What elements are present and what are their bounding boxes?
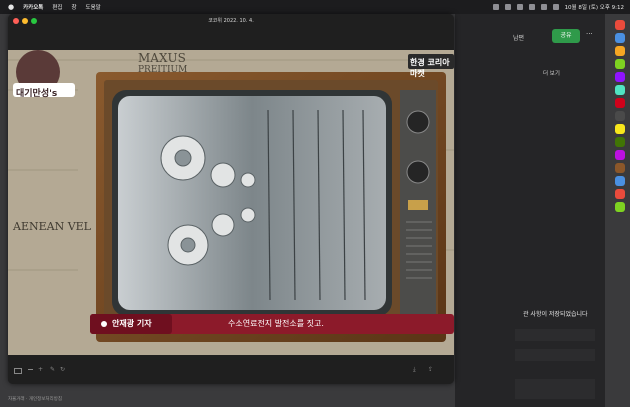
partial-label: 남편 bbox=[513, 35, 525, 42]
menu-help[interactable]: 도움말 bbox=[86, 3, 101, 11]
rotate-icon[interactable]: ↻ bbox=[60, 366, 65, 373]
status-text: 자율거래 · 개인정보처리방침 bbox=[8, 397, 62, 402]
channel-logo-left: 대기만성's bbox=[16, 89, 58, 99]
background-app-window: 남편 공유 ··· 더 보기 관 사항이 저장되었습니다 bbox=[455, 14, 605, 407]
svg-text:AENEAN VEL: AENEAN VEL bbox=[12, 220, 92, 233]
video-frame[interactable]: MAXUS PREITIUM AENEAN VEL VENEN bbox=[8, 50, 454, 355]
menu-window[interactable]: 창 bbox=[71, 3, 76, 11]
status-icon[interactable] bbox=[504, 4, 511, 10]
share-button[interactable]: 공유 bbox=[552, 29, 580, 43]
window-title: 코코위 2022. 10. 4. bbox=[208, 18, 254, 24]
caption-subtitle: 수소연료전지 발전소를 짓고. bbox=[228, 319, 324, 328]
see-more-link[interactable]: 더 보기 bbox=[543, 69, 560, 77]
macos-menubar: ● 카카오톡 편집 창 도움말 10월 8일 (토) 오후 9:12 bbox=[0, 0, 630, 14]
wifi-icon[interactable] bbox=[528, 4, 535, 10]
svg-text:MAXUS: MAXUS bbox=[138, 51, 186, 65]
app-icon[interactable] bbox=[615, 202, 625, 212]
app-icon[interactable] bbox=[615, 124, 625, 134]
caption-reporter: 안재광 기자 bbox=[112, 319, 152, 328]
list-item[interactable] bbox=[515, 379, 595, 399]
app-icon[interactable] bbox=[615, 150, 625, 160]
status-icon[interactable] bbox=[516, 4, 523, 10]
app-icon[interactable] bbox=[615, 137, 625, 147]
video-image: MAXUS PREITIUM AENEAN VEL VENEN bbox=[8, 50, 454, 355]
app-icon[interactable] bbox=[615, 72, 625, 82]
video-controls: + ✎ ↻ ⤓ ⇪ bbox=[8, 355, 454, 384]
app-icon[interactable] bbox=[615, 98, 625, 108]
menu-app-name[interactable]: 카카오톡 bbox=[23, 3, 43, 11]
app-icon[interactable] bbox=[615, 59, 625, 69]
more-options-icon[interactable]: ··· bbox=[586, 30, 593, 38]
app-icon[interactable] bbox=[615, 20, 625, 30]
list-item[interactable] bbox=[515, 349, 595, 361]
download-icon[interactable]: ⤓ bbox=[413, 366, 416, 374]
grid-view-icon[interactable] bbox=[14, 368, 22, 374]
channel-logo-right: 한경 코리아마켓 bbox=[410, 58, 450, 78]
apple-menu-icon[interactable]: ● bbox=[8, 3, 14, 11]
menu-edit[interactable]: 편집 bbox=[52, 3, 62, 11]
zoom-out-icon[interactable] bbox=[28, 369, 33, 370]
dock bbox=[612, 20, 628, 390]
battery-icon[interactable] bbox=[540, 4, 547, 10]
app-icon[interactable] bbox=[615, 85, 625, 95]
title-bar: 코코위 2022. 10. 4. bbox=[8, 14, 454, 50]
app-icon[interactable] bbox=[615, 163, 625, 173]
search-icon[interactable] bbox=[552, 4, 559, 10]
status-icon[interactable] bbox=[492, 4, 499, 10]
share-icon[interactable]: ⇪ bbox=[428, 366, 433, 373]
edit-icon[interactable]: ✎ bbox=[50, 366, 55, 373]
app-icon[interactable] bbox=[615, 46, 625, 56]
saved-message: 관 사항이 저장되었습니다 bbox=[523, 311, 588, 318]
app-icon[interactable] bbox=[615, 33, 625, 43]
app-icon[interactable] bbox=[615, 189, 625, 199]
list-item[interactable] bbox=[515, 329, 595, 341]
video-player-window: 코코위 2022. 10. 4. MAXUS PREITIUM AENEAN V… bbox=[8, 14, 454, 384]
app-icon[interactable] bbox=[615, 176, 625, 186]
app-icon[interactable] bbox=[615, 111, 625, 121]
menubar-clock[interactable]: 10월 8일 (토) 오후 9:12 bbox=[565, 3, 624, 11]
zoom-in-icon[interactable]: + bbox=[38, 366, 43, 373]
